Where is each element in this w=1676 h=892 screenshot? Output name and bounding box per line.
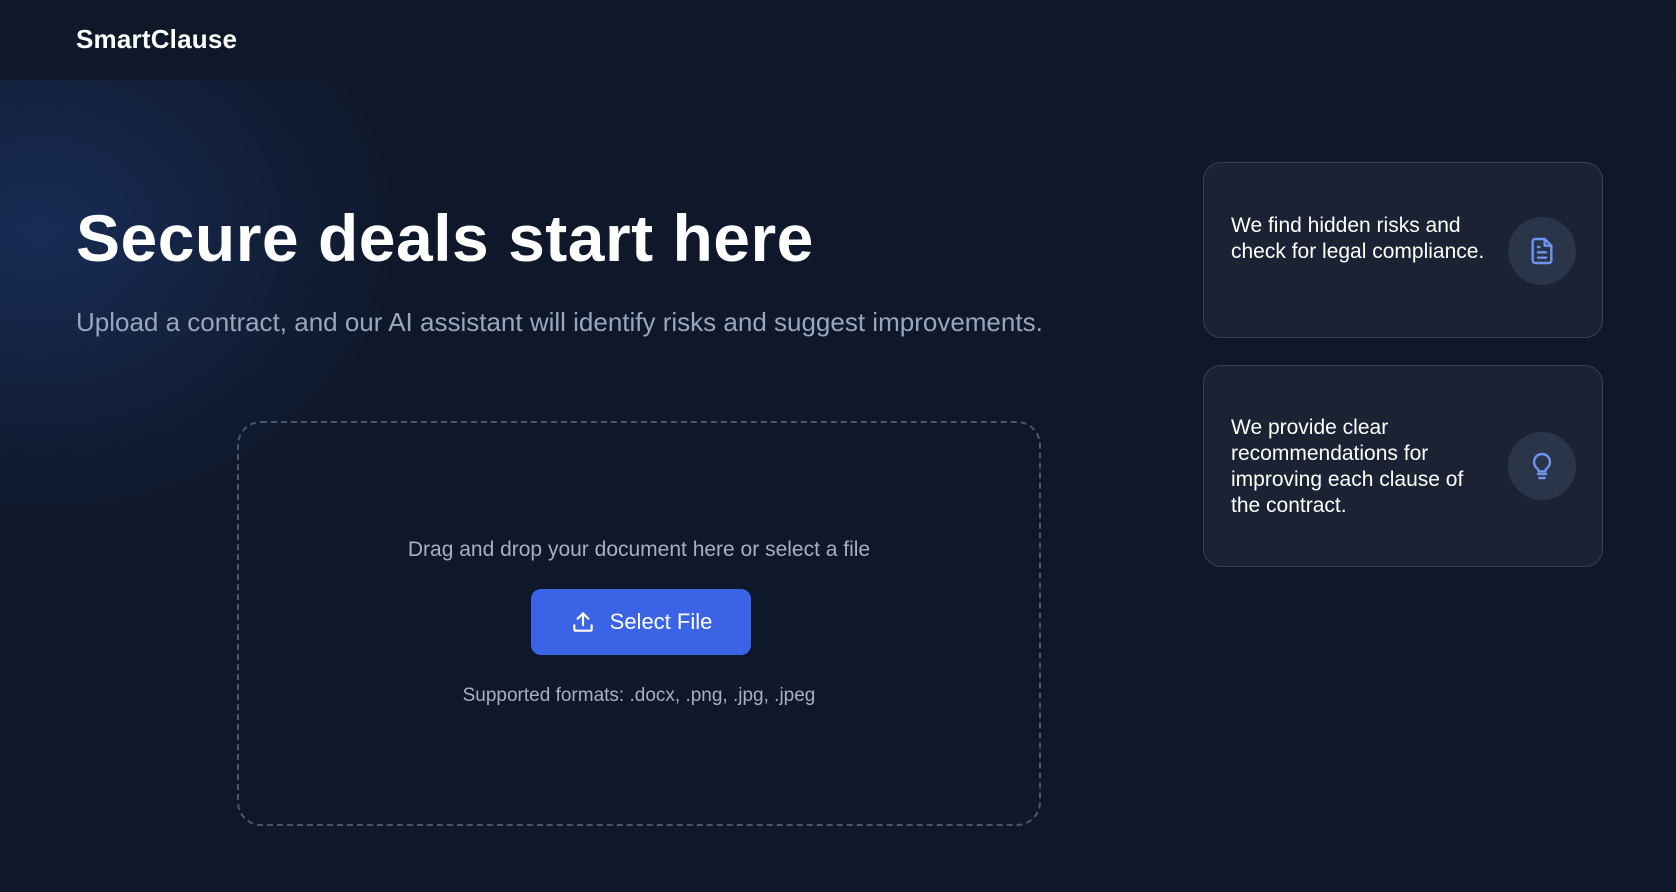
brand-logo[interactable]: SmartClause bbox=[76, 24, 237, 55]
supported-formats: Supported formats: .docx, .png, .jpg, .j… bbox=[462, 685, 816, 706]
feature-card-risks: We find hidden risks and check for legal… bbox=[1203, 162, 1603, 338]
page-title: Secure deals start here bbox=[76, 201, 814, 275]
file-dropzone[interactable]: Drag and drop your document here or sele… bbox=[237, 421, 1041, 826]
page: SmartClause Secure deals start here Uplo… bbox=[0, 0, 1676, 892]
dropzone-instructions: Drag and drop your document here or sele… bbox=[407, 538, 871, 561]
select-file-label: Select File bbox=[609, 609, 713, 634]
upload-icon bbox=[572, 612, 593, 632]
document-icon bbox=[1531, 237, 1553, 265]
top-bar: SmartClause bbox=[0, 0, 1676, 80]
document-icon-badge bbox=[1508, 217, 1576, 285]
lightbulb-icon bbox=[1532, 452, 1552, 480]
select-file-button[interactable]: Select File bbox=[531, 589, 751, 655]
page-subtitle: Upload a contract, and our AI assistant … bbox=[76, 307, 1043, 337]
feature-card-text: We provide clear recommendations for imp… bbox=[1231, 416, 1464, 517]
feature-card-recommendations: We provide clear recommendations for imp… bbox=[1203, 365, 1603, 567]
feature-card-text: We find hidden risks and check for legal… bbox=[1231, 214, 1485, 263]
lightbulb-icon-badge bbox=[1508, 432, 1576, 500]
